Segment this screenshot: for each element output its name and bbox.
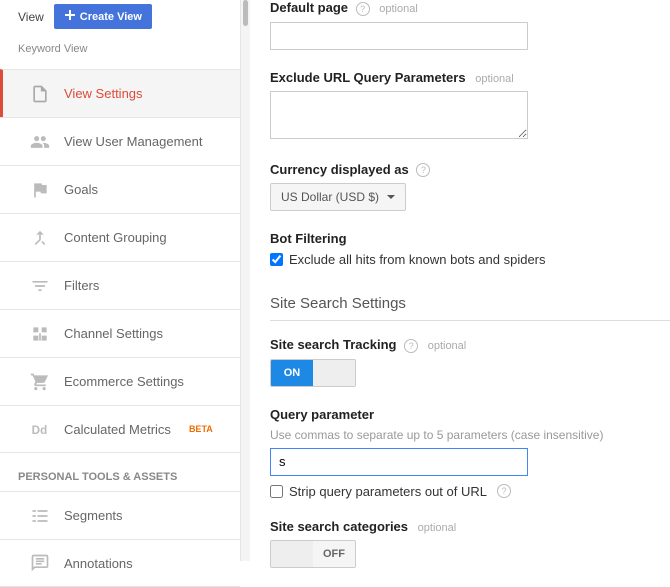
sidebar-item-label: Channel Settings [64, 326, 163, 341]
sidebar-item-label: Calculated Metrics [64, 422, 171, 437]
currency-select[interactable]: US Dollar (USD $) [270, 183, 406, 211]
filter-icon [30, 276, 50, 296]
optional-label: optional [418, 522, 457, 534]
default-page-label: Default page [270, 0, 348, 15]
sidebar-item-annotations[interactable]: Annotations [0, 539, 240, 587]
toggle-on-label: ON [271, 360, 313, 386]
query-param-label: Query parameter [270, 407, 374, 422]
strip-query-label: Strip query parameters out of URL [289, 484, 487, 499]
chevron-down-icon [387, 195, 395, 199]
site-search-categories-label: Site search categories [270, 519, 408, 534]
sidebar-item-label: Annotations [64, 556, 133, 571]
create-view-label: Create View [80, 11, 142, 23]
toggle-off-segment [313, 360, 355, 386]
sidebar-item-calculated-metrics[interactable]: Dd Calculated Metrics BETA [0, 405, 240, 453]
sidebar: View Create View Keyword View View Setti… [0, 0, 240, 561]
segments-icon [30, 506, 50, 526]
sidebar-item-goals[interactable]: Goals [0, 165, 240, 213]
strip-query-checkbox-row[interactable]: Strip query parameters out of URL ? [270, 484, 670, 499]
sidebar-item-label: Ecommerce Settings [64, 374, 184, 389]
exclude-url-textarea[interactable] [270, 91, 528, 139]
sidebar-item-view-settings[interactable]: View Settings [0, 69, 240, 117]
strip-query-checkbox[interactable] [270, 485, 283, 498]
toggle-off-label: OFF [313, 541, 355, 567]
sidebar-item-label: Goals [64, 182, 98, 197]
help-icon[interactable]: ? [497, 484, 511, 498]
main-panel: Default page ? optional Exclude URL Quer… [250, 0, 670, 561]
help-icon[interactable]: ? [404, 339, 418, 353]
sidebar-item-label: Filters [64, 278, 99, 293]
field-query-param: Query parameter Use commas to separate u… [270, 407, 670, 499]
sidebar-item-ecommerce-settings[interactable]: Ecommerce Settings [0, 357, 240, 405]
sidebar-item-segments[interactable]: Segments [0, 491, 240, 539]
users-icon [30, 132, 50, 152]
scrollbar[interactable] [240, 0, 250, 561]
site-search-section-title: Site Search Settings [270, 287, 670, 321]
view-label: View [18, 10, 44, 24]
toggle-on-segment [271, 541, 313, 567]
merge-icon [30, 228, 50, 248]
help-icon[interactable]: ? [416, 163, 430, 177]
query-param-input[interactable] [270, 448, 528, 476]
bot-filtering-checkbox-row[interactable]: Exclude all hits from known bots and spi… [270, 252, 670, 267]
site-search-tracking-label: Site search Tracking [270, 337, 396, 352]
help-icon[interactable]: ? [356, 2, 370, 16]
calc-icon: Dd [30, 419, 50, 439]
default-page-input[interactable] [270, 22, 528, 50]
create-view-button[interactable]: Create View [54, 4, 152, 29]
sidebar-item-label: View Settings [64, 86, 143, 101]
sidebar-item-channel-settings[interactable]: Channel Settings [0, 309, 240, 357]
sidebar-item-user-management[interactable]: View User Management [0, 117, 240, 165]
sidebar-item-label: View User Management [64, 134, 203, 149]
bot-filtering-label: Bot Filtering [270, 231, 347, 246]
field-currency: Currency displayed as ? US Dollar (USD $… [270, 162, 670, 212]
optional-label: optional [475, 73, 514, 85]
exclude-url-label: Exclude URL Query Parameters [270, 70, 466, 85]
field-site-search-categories: Site search categories optional OFF [270, 519, 670, 570]
channel-icon [30, 324, 50, 344]
view-name: Keyword View [18, 37, 240, 69]
beta-badge: BETA [189, 424, 213, 434]
field-default-page: Default page ? optional [270, 0, 670, 50]
bot-filtering-checkbox-label: Exclude all hits from known bots and spi… [289, 252, 546, 267]
field-exclude-url: Exclude URL Query Parameters optional [270, 70, 670, 142]
sidebar-item-label: Segments [64, 508, 123, 523]
query-param-helper: Use commas to separate up to 5 parameter… [270, 428, 670, 442]
sidebar-item-filters[interactable]: Filters [0, 261, 240, 309]
annotations-icon [30, 553, 50, 573]
sidebar-item-content-grouping[interactable]: Content Grouping [0, 213, 240, 261]
currency-label: Currency displayed as [270, 162, 409, 177]
currency-value: US Dollar (USD $) [281, 190, 379, 204]
cart-icon [30, 372, 50, 392]
scroll-thumb[interactable] [243, 0, 248, 26]
sidebar-item-label: Content Grouping [64, 230, 167, 245]
site-search-tracking-toggle[interactable]: ON [270, 359, 356, 387]
field-bot-filtering: Bot Filtering Exclude all hits from know… [270, 231, 670, 267]
svg-text:Dd: Dd [32, 424, 48, 437]
page-icon [30, 84, 50, 104]
plus-icon [64, 9, 76, 24]
tools-header: PERSONAL TOOLS & ASSETS [18, 453, 240, 491]
optional-label: optional [379, 3, 418, 15]
site-search-categories-toggle[interactable]: OFF [270, 540, 356, 568]
optional-label: optional [428, 340, 467, 352]
field-site-search-tracking: Site search Tracking ? optional ON [270, 337, 670, 387]
bot-filtering-checkbox[interactable] [270, 253, 283, 266]
flag-icon [30, 180, 50, 200]
